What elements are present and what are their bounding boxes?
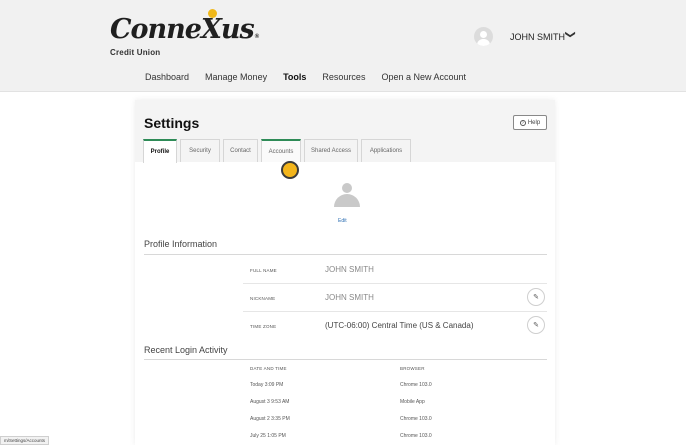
tab-applications[interactable]: Applications	[361, 139, 411, 162]
nav-open-account[interactable]: Open a New Account	[381, 72, 466, 82]
login-date: July 25 1:05 PM	[250, 433, 286, 439]
tab-accounts[interactable]: Accounts	[261, 139, 301, 162]
login-date: August 3 9:53 AM	[250, 399, 290, 405]
nav-manage-money[interactable]: Manage Money	[205, 72, 267, 82]
main-nav: Dashboard Manage Money Tools Resources O…	[145, 72, 482, 82]
help-button[interactable]: ? Help	[513, 115, 547, 130]
connexus-logo[interactable]: Conne Xus ® Credit Union	[110, 9, 259, 57]
full-name-label: FULL NAME	[250, 268, 277, 273]
login-activity-heading: Recent Login Activity	[144, 345, 228, 355]
nav-tools[interactable]: Tools	[283, 72, 306, 82]
profile-info-heading: Profile Information	[144, 239, 218, 249]
tab-profile[interactable]: Profile	[143, 139, 177, 163]
login-date: August 2 3:35 PM	[250, 416, 290, 422]
page-title: Settings	[144, 115, 200, 131]
edit-nickname-pencil-icon[interactable]: ✎	[527, 288, 545, 306]
user-avatar-icon[interactable]	[474, 27, 493, 46]
login-browser: Chrome 103.0	[400, 416, 432, 422]
profile-avatar-icon	[334, 183, 360, 207]
edit-avatar-link[interactable]: Edit	[338, 218, 347, 224]
divider	[243, 283, 547, 284]
settings-header: Settings ? Help Profile Security Contact…	[135, 100, 555, 163]
date-column-header: DATE AND TIME	[250, 366, 287, 371]
time-zone-label: TIME ZONE	[250, 324, 277, 329]
browser-column-header: BROWSER	[400, 366, 425, 371]
nav-dashboard[interactable]: Dashboard	[145, 72, 189, 82]
divider	[144, 359, 547, 360]
tab-contact[interactable]: Contact	[223, 139, 258, 162]
help-icon: ?	[519, 119, 526, 126]
chevron-down-icon[interactable]: ❯	[565, 30, 576, 38]
tab-security[interactable]: Security	[180, 139, 220, 162]
login-date: Today 3:09 PM	[250, 382, 284, 388]
tab-shared-access[interactable]: Shared Access	[304, 139, 358, 162]
edit-time-zone-pencil-icon[interactable]: ✎	[527, 316, 545, 334]
nickname-label: NICKNAME	[250, 296, 276, 301]
full-name-value: JOHN SMITH	[325, 265, 374, 274]
top-header: Conne Xus ® Credit Union JOHN SMITH ❯ Dash…	[0, 0, 686, 92]
settings-tabs: Profile Security Contact Accounts Shared…	[143, 139, 411, 163]
divider	[243, 311, 547, 312]
divider	[144, 254, 547, 255]
cursor-indicator	[281, 161, 299, 179]
user-name[interactable]: JOHN SMITH	[510, 32, 565, 42]
login-browser: Mobile App	[400, 399, 425, 405]
status-bar-url: m/Settings/Accounts	[0, 436, 50, 445]
time-zone-value: (UTC-06:00) Central Time (US & Canada)	[325, 321, 474, 330]
login-browser: Chrome 103.0	[400, 382, 432, 388]
login-browser: Chrome 103.0	[400, 433, 432, 439]
nickname-value: JOHN SMITH	[325, 293, 374, 302]
nav-resources[interactable]: Resources	[322, 72, 365, 82]
